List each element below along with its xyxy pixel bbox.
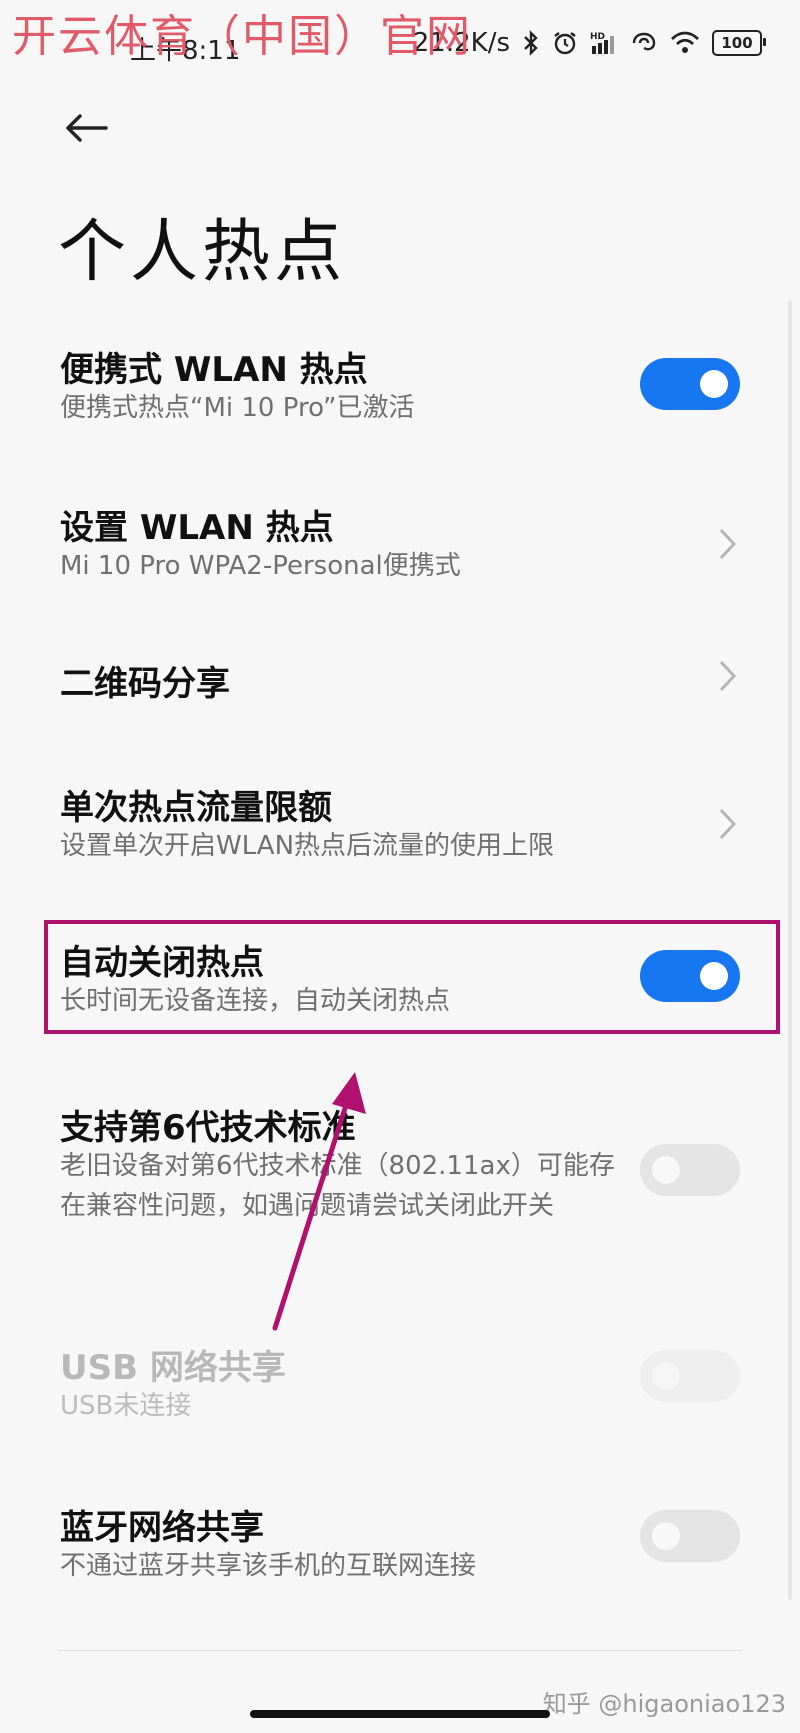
battery-icon: 100 <box>712 30 766 56</box>
setting-portable-hotspot[interactable]: 便携式 WLAN 热点 便携式热点“Mi 10 Pro”已激活 <box>0 330 800 430</box>
back-button[interactable] <box>58 100 114 156</box>
setting-qr-share[interactable]: 二维码分享 <box>0 648 800 708</box>
setting-wifi6[interactable]: 支持第6代技术标准 老旧设备对第6代技术标准（802.11ax）可能存在兼容性问… <box>0 1088 800 1258</box>
setting-usb-tethering: USB 网络共享 USB未连接 <box>0 1328 800 1428</box>
toggle-knob <box>652 1522 680 1550</box>
setting-title: USB 网络共享 <box>60 1348 286 1388</box>
wifi6-toggle[interactable] <box>640 1144 740 1196</box>
credit-text: 知乎 @higaoniao123 <box>542 1690 786 1718</box>
alarm-icon <box>554 32 576 55</box>
setting-subtitle: 老旧设备对第6代技术标准（802.11ax）可能存在兼容性问题，如遇问题请尝试关… <box>60 1151 615 1221</box>
portable-hotspot-toggle[interactable] <box>640 358 740 410</box>
setting-title: 支持第6代技术标准 <box>60 1108 356 1148</box>
back-arrow-icon <box>66 114 108 142</box>
setting-subtitle: 便携式热点“Mi 10 Pro”已激活 <box>60 393 415 423</box>
toggle-knob <box>652 1362 680 1390</box>
bluetooth-tethering-toggle[interactable] <box>640 1510 740 1562</box>
setting-title: 单次热点流量限额 <box>60 788 332 828</box>
setting-title: 便携式 WLAN 热点 <box>60 350 368 390</box>
setting-subtitle: 设置单次开启WLAN热点后流量的使用上限 <box>60 831 555 861</box>
highlight-box <box>44 920 780 1034</box>
setting-data-limit[interactable]: 单次热点流量限额 设置单次开启WLAN热点后流量的使用上限 <box>0 768 800 868</box>
chevron-right-icon <box>719 808 737 840</box>
watermark-text: 开云体育（中国）官网 <box>12 11 472 62</box>
setting-title: 二维码分享 <box>60 664 230 704</box>
setting-title: 蓝牙网络共享 <box>60 1508 264 1548</box>
hotspot-icon <box>632 32 656 51</box>
page-title: 个人热点 <box>58 213 347 292</box>
toggle-knob <box>700 370 728 398</box>
chevron-right-icon <box>719 528 737 560</box>
hd-signal-icon: HD <box>590 32 614 54</box>
setting-configure-hotspot[interactable]: 设置 WLAN 热点 Mi 10 Pro WPA2-Personal便携式 <box>0 488 800 588</box>
usb-tethering-toggle <box>640 1350 740 1402</box>
svg-text:HD: HD <box>590 32 605 42</box>
setting-subtitle: USB未连接 <box>60 1391 192 1421</box>
setting-subtitle: 不通过蓝牙共享该手机的互联网连接 <box>60 1551 477 1581</box>
toggle-knob <box>652 1156 680 1184</box>
home-indicator[interactable] <box>250 1710 550 1718</box>
list-divider <box>58 1650 742 1651</box>
wifi-icon <box>671 31 699 53</box>
chevron-right-icon <box>719 660 737 692</box>
setting-subtitle: Mi 10 Pro WPA2-Personal便携式 <box>60 551 461 581</box>
setting-title: 设置 WLAN 热点 <box>60 508 334 548</box>
bluetooth-icon <box>524 30 538 56</box>
setting-bluetooth-tethering[interactable]: 蓝牙网络共享 不通过蓝牙共享该手机的互联网连接 <box>0 1488 800 1588</box>
